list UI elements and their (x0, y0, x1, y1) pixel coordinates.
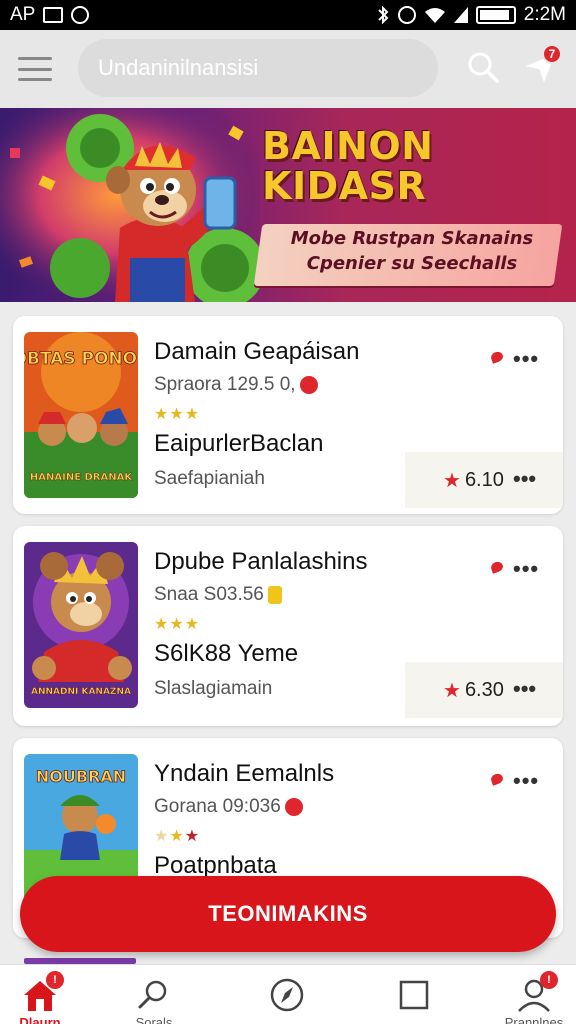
nav-item-search[interactable]: Sorals (104, 965, 204, 1024)
game-thumbnail-art: BOBTAS PONORS HANAINE DRANAK (24, 332, 138, 498)
game-meta-text: Snaa S03.56 (154, 584, 264, 605)
star-icon: ★ (443, 679, 461, 702)
game-thumbnail: ANNADNI KANAZNA (24, 542, 138, 708)
promo-banner[interactable]: BAINON KIDASR Mobe Rustpan Skanains Cpen… (0, 108, 576, 302)
app-notification-icon (71, 6, 90, 24)
search-icon (138, 980, 167, 1009)
square-icon (399, 980, 429, 1010)
more-options-icon[interactable]: ••• (513, 346, 539, 372)
banner-subtitle: Mobe Rustpan Skanains Cpenier su Seechal… (262, 226, 562, 276)
nav-item-explore[interactable] (237, 965, 337, 1024)
nav-label: Sorals (135, 1015, 173, 1024)
stars-icon: ★★★ (154, 616, 201, 633)
meta-badge-icon (284, 798, 303, 816)
primary-action-label: TEONIMAKINS (208, 901, 368, 926)
more-options-icon[interactable]: ••• (513, 466, 536, 492)
nav-label: Dlaurn (19, 1015, 61, 1024)
star-icon: ★ (443, 469, 461, 492)
nav-item-profile[interactable]: ! Prannlnes (484, 965, 576, 1024)
carrier-label: AP (10, 4, 36, 25)
game-meta: Spraora 129.5 0, (154, 374, 318, 396)
game-meta-text: Spraora 129.5 0, (154, 374, 296, 395)
bluetooth-icon (378, 6, 389, 24)
game-card[interactable]: ANNADNI KANAZNA Dpube Panlalashins Snaa … (13, 526, 563, 726)
game-meta-text: Gorana 09:036 (154, 796, 281, 817)
notification-button[interactable]: 7 (524, 44, 562, 84)
game-subtitle: S6lK88 Yeme (154, 640, 299, 667)
notification-badge: 7 (542, 44, 562, 64)
signal-icon (453, 7, 468, 23)
pin-icon (489, 772, 505, 786)
nav-item-library[interactable] (364, 965, 464, 1024)
thumb-title-text: NOUBRAN (36, 767, 126, 786)
primary-action-button[interactable]: TEONIMAKINS (20, 876, 556, 952)
bottom-navigation: ! Dlaurn Sorals ! Prannlnes (0, 964, 576, 1024)
more-options-icon[interactable]: ••• (513, 768, 539, 794)
menu-line (18, 57, 52, 60)
menu-line (18, 78, 52, 81)
game-title: Damain Geapáisan (154, 338, 360, 365)
menu-line (18, 67, 52, 71)
rating-chip: ★ 6.30 (405, 662, 563, 718)
thumb-caption-text: ANNADNI KANAZNA (31, 687, 131, 697)
game-note: Saefapianiah (154, 468, 265, 489)
nav-item-home[interactable]: ! Dlaurn (0, 965, 90, 1024)
game-title: Yndain Eemalnls (154, 760, 335, 787)
app-bar: Undaninilnansisi 7 (0, 30, 576, 108)
menu-button[interactable] (18, 57, 52, 81)
battery-icon (475, 6, 516, 24)
more-options-icon[interactable]: ••• (513, 676, 536, 702)
battery-fill (479, 10, 509, 20)
star-icon: ★ (154, 828, 170, 845)
status-bar: AP 2:2M (0, 0, 576, 30)
wifi-icon (424, 8, 445, 23)
meta-badge-icon (299, 376, 318, 394)
game-thumbnail: BOBTAS PONORS HANAINE DRANAK (24, 332, 138, 498)
game-note: Slaslagiamain (154, 678, 273, 699)
compass-icon (270, 978, 304, 1012)
alarm-icon (397, 6, 416, 24)
game-subtitle: EaipurlerBaclan (154, 430, 324, 457)
rating-value: 6.30 (464, 678, 504, 701)
search-bar[interactable]: Undaninilnansisi (78, 39, 438, 97)
pin-icon (489, 350, 505, 364)
banner-title: BAINON KIDASR (262, 124, 434, 208)
star-rating: ★★★ (154, 404, 200, 424)
pin-icon (489, 560, 505, 574)
thumb-caption-text: HANAINE DRANAK (30, 472, 133, 483)
star-rating: ★★★ (154, 614, 200, 634)
nav-badge: ! (46, 971, 64, 989)
star-rating: ★★★ (154, 826, 200, 846)
banner-subtitle-line2: Cpenier su Seechalls (306, 253, 518, 274)
search-text: Undaninilnansisi (98, 55, 259, 80)
rating-chip: ★ 6.10 (405, 452, 563, 508)
game-card[interactable]: BOBTAS PONORS HANAINE DRANAK Damain Geap… (13, 316, 563, 514)
nav-label: Prannlnes (504, 1015, 564, 1024)
rating-value: 6.10 (464, 468, 504, 491)
game-title: Dpube Panlalashins (154, 548, 368, 575)
game-meta: Gorana 09:036 (154, 796, 303, 818)
search-icon[interactable] (466, 50, 500, 84)
game-thumbnail-art: ANNADNI KANAZNA (24, 542, 138, 708)
stars-icon: ★★★ (154, 406, 201, 423)
status-time: 2:2M (523, 4, 566, 25)
more-options-icon[interactable]: ••• (513, 556, 539, 582)
gallery-icon (43, 7, 64, 23)
status-bar-right: 2:2M (376, 4, 566, 26)
banner-character-image (0, 108, 260, 302)
nav-badge: ! (540, 971, 558, 989)
game-meta: Snaa S03.56 (154, 584, 282, 606)
hand-icon (267, 586, 282, 604)
thumb-title-text: BOBTAS PONORS (24, 349, 138, 369)
star-icon: ★ (184, 828, 201, 845)
status-bar-left: AP (10, 4, 90, 26)
banner-subtitle-line1: Mobe Rustpan Skanains (290, 228, 534, 249)
star-icon: ★ (169, 828, 185, 845)
screen: AP 2:2M Undaninilnansisi 7 BAINON KIDASR… (0, 0, 576, 1024)
